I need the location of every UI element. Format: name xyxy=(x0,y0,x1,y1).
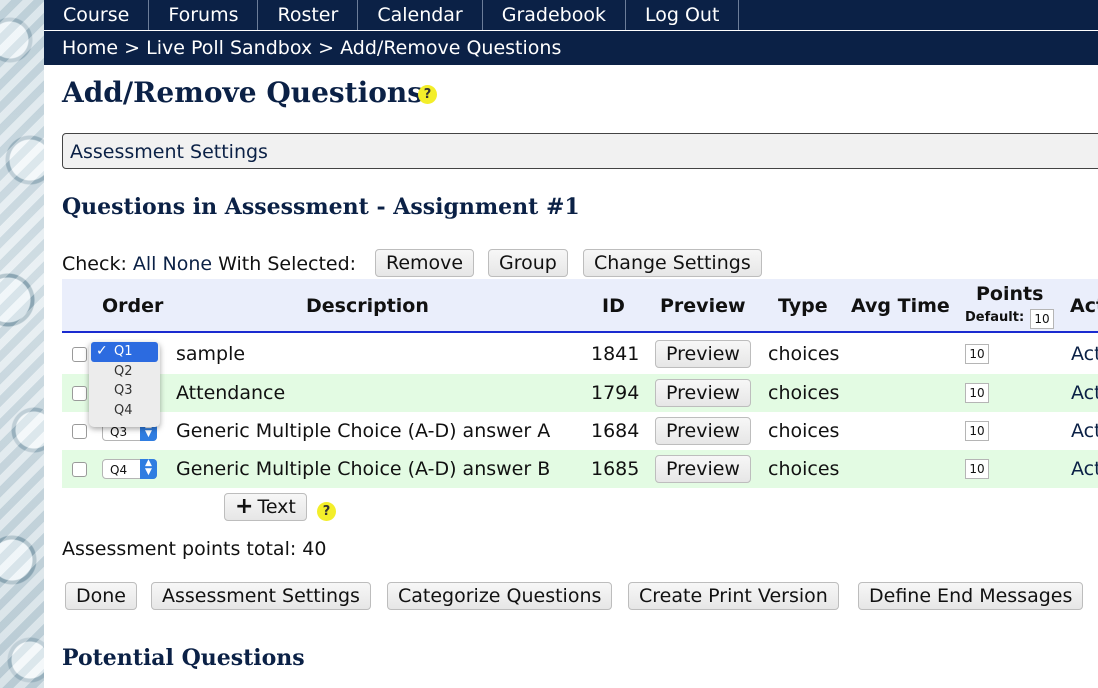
points-input[interactable]: 10 xyxy=(965,459,989,479)
preview-button[interactable]: Preview xyxy=(655,455,751,483)
row-checkbox[interactable] xyxy=(72,386,87,401)
row-checkbox[interactable] xyxy=(72,462,87,477)
breadcrumb-separator: > xyxy=(124,37,141,59)
action-link[interactable]: Act xyxy=(1071,335,1098,373)
question-description: Attendance xyxy=(176,382,286,404)
check-bar: Check: All None With Selected: xyxy=(62,250,356,278)
points-input[interactable]: 10 xyxy=(965,421,989,441)
breadcrumb-home[interactable]: Home xyxy=(62,37,118,59)
question-id: 1685 xyxy=(591,458,640,480)
check-label: Check: xyxy=(62,253,127,275)
header-order[interactable]: Order xyxy=(102,295,163,317)
nav-forums[interactable]: Forums xyxy=(149,0,259,30)
check-none-link[interactable]: None xyxy=(163,253,213,275)
preview-button[interactable]: Preview xyxy=(655,379,751,407)
remove-button[interactable]: Remove xyxy=(375,249,475,277)
header-avg-time[interactable]: Avg Time xyxy=(851,295,950,317)
order-value: Q3 xyxy=(110,425,128,439)
add-text-button[interactable]: + Text xyxy=(224,493,307,521)
order-option[interactable]: Q2 xyxy=(89,362,160,382)
table-row: Q4 ▲ ▼ Generic Multiple Choice (A-D) answe… xyxy=(62,450,1098,488)
plus-icon: + xyxy=(235,494,254,519)
points-total: Assessment points total: 40 xyxy=(62,538,327,560)
assessment-settings-bar[interactable]: Assessment Settings xyxy=(62,133,1098,169)
question-type: choices xyxy=(768,458,840,480)
order-option[interactable]: Q3 xyxy=(89,381,160,401)
group-button[interactable]: Group xyxy=(488,249,568,277)
order-option[interactable]: ✓ Q1 xyxy=(91,342,158,362)
breadcrumb-course[interactable]: Live Poll Sandbox xyxy=(146,37,312,59)
action-link[interactable]: Act xyxy=(1071,450,1098,488)
nav-course[interactable]: Course xyxy=(44,0,150,30)
points-input[interactable]: 10 xyxy=(965,344,989,364)
question-type: choices xyxy=(768,420,840,442)
breadcrumb: Home > Live Poll Sandbox > Add/Remove Qu… xyxy=(44,31,1098,65)
section-title: Questions in Assessment - Assignment #1 xyxy=(62,194,580,220)
header-id[interactable]: ID xyxy=(602,295,625,317)
preview-button[interactable]: Preview xyxy=(655,417,751,445)
header-description[interactable]: Description xyxy=(306,295,429,317)
header-type[interactable]: Type xyxy=(778,295,828,317)
question-id: 1841 xyxy=(591,343,640,365)
question-description: Generic Multiple Choice (A-D) answer B xyxy=(176,458,551,480)
top-nav: Course Forums Roster Calendar Gradebook … xyxy=(44,0,1098,30)
action-link[interactable]: Act xyxy=(1071,374,1098,412)
question-id: 1684 xyxy=(591,420,640,442)
categorize-questions-button[interactable]: Categorize Questions xyxy=(387,582,613,610)
question-type: choices xyxy=(768,343,840,365)
header-preview: Preview xyxy=(660,295,746,317)
nav-gradebook[interactable]: Gradebook xyxy=(483,0,626,30)
nav-logout[interactable]: Log Out xyxy=(626,0,740,30)
with-selected-label: With Selected: xyxy=(218,253,357,275)
default-points-input[interactable]: 10 xyxy=(1030,309,1054,329)
chevron-updown-icon: ▲▼ xyxy=(140,459,157,479)
order-select[interactable]: Q4 ▲ ▼ xyxy=(102,459,157,479)
table-row: Q1▲▼ sample 1841 Preview choices 10 Act xyxy=(62,335,1098,373)
table-row: Q2▲▼ Attendance 1794 Preview choices 10 … xyxy=(62,374,1098,412)
add-text-label: Text xyxy=(257,496,296,518)
preview-button[interactable]: Preview xyxy=(655,340,751,368)
table-header: Order Description ID Preview Type Avg Ti… xyxy=(62,279,1098,333)
row-checkbox[interactable] xyxy=(72,347,87,362)
action-link[interactable]: Act xyxy=(1071,412,1098,450)
assessment-settings-button[interactable]: Assessment Settings xyxy=(151,582,371,610)
breadcrumb-separator: > xyxy=(318,37,335,59)
page-title: Add/Remove Questions xyxy=(62,76,424,109)
checkmark-icon: ✓ xyxy=(96,343,108,359)
points-input[interactable]: 10 xyxy=(965,383,989,403)
done-button[interactable]: Done xyxy=(65,582,137,610)
order-value: Q4 xyxy=(110,463,128,477)
header-points: Points xyxy=(976,283,1044,305)
decorative-background xyxy=(0,0,44,688)
question-description: Generic Multiple Choice (A-D) answer A xyxy=(176,420,551,442)
nav-calendar[interactable]: Calendar xyxy=(358,0,483,30)
breadcrumb-current: Add/Remove Questions xyxy=(340,37,562,59)
question-type: choices xyxy=(768,382,840,404)
main-content: Course Forums Roster Calendar Gradebook … xyxy=(44,0,1098,688)
order-option[interactable]: Q4 xyxy=(89,401,160,421)
change-settings-button[interactable]: Change Settings xyxy=(583,249,762,277)
potential-questions-title: Potential Questions xyxy=(62,645,305,671)
question-id: 1794 xyxy=(591,382,640,404)
check-all-link[interactable]: All xyxy=(133,253,157,275)
define-end-messages-button[interactable]: Define End Messages xyxy=(858,582,1084,610)
table-row: Q3▲▼ Generic Multiple Choice (A-D) answe… xyxy=(62,412,1098,450)
help-icon[interactable]: ? xyxy=(317,502,336,521)
nav-roster[interactable]: Roster xyxy=(258,0,359,30)
help-icon[interactable]: ? xyxy=(418,85,437,104)
default-points-label: Default: xyxy=(965,310,1025,325)
create-print-version-button[interactable]: Create Print Version xyxy=(628,582,839,610)
header-actions: Act xyxy=(1070,295,1098,317)
order-dropdown-menu: ✓ Q1 Q2 Q3 Q4 xyxy=(89,342,160,427)
row-checkbox[interactable] xyxy=(72,424,87,439)
question-description: sample xyxy=(176,343,246,365)
